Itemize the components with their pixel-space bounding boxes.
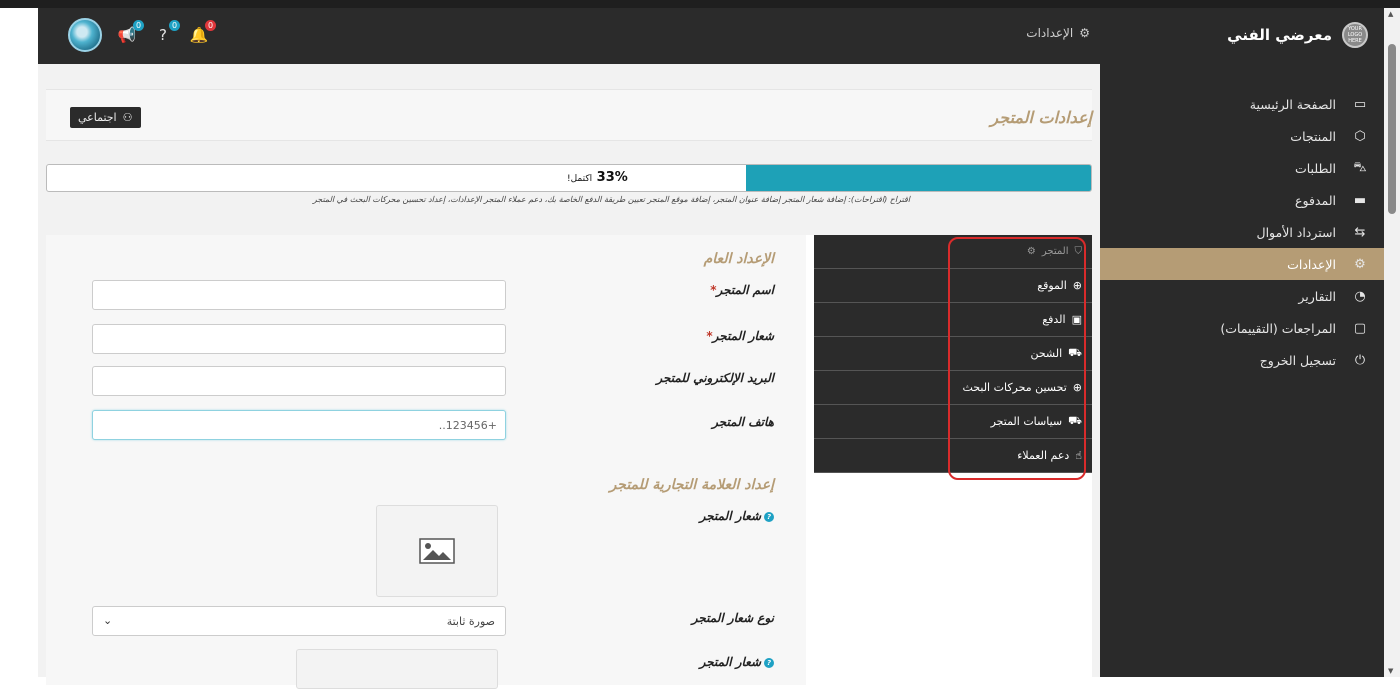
notification-badge: 0 (205, 20, 216, 31)
highlight-box (948, 237, 1086, 480)
sidebar-item-label: تسجيل الخروج (1259, 352, 1336, 368)
users-icon: ⚇ (122, 111, 133, 124)
announcement-icon[interactable]: 📢 0 (116, 20, 144, 46)
topbar-title-text: الإعدادات (1026, 26, 1074, 40)
settings-panel: ⛉ المتجر ⚙ ⊕ الموقع ▣ الدفع ⛟ الشحن ⊕ تحسين مح… (46, 235, 1092, 689)
sidebar-item-label: استرداد الأموال (1256, 224, 1336, 240)
social-button-label: اجتماعي (78, 111, 117, 124)
logo-type-select[interactable]: صورة ثابتة ⌄ (92, 606, 506, 636)
sidebar-item-payments[interactable]: ▬ المدفوع (1100, 184, 1384, 216)
sidebar-item-orders[interactable]: ⛍ الطلبات (1100, 152, 1384, 184)
general-settings-form: الإعداد العام اسم المتجر* شعار المتجر* ا… (46, 235, 786, 689)
brand-section-title: إعداد العلامة التجارية للمتجر (609, 477, 774, 493)
sidebar-item-label: التقارير (1298, 288, 1336, 304)
info-icon[interactable]: ? (764, 511, 774, 522)
suggestion-text: اقتراح (اقتراحات): إضافة شعار المتجر إضا… (312, 195, 910, 204)
sidebar-item-reviews[interactable]: ▢ المراجعات (التقييمات) (1100, 312, 1384, 344)
help-icon[interactable]: ? 0 (152, 20, 180, 46)
scroll-up-arrow[interactable]: ▲ (1388, 10, 1393, 18)
store-name-label-text: اسم المتجر (716, 283, 774, 297)
settings-icon: ⚙ (1354, 256, 1366, 272)
sidebar-item-label: المنتجات (1290, 128, 1336, 144)
tabs-background: ⛉ المتجر ⚙ ⊕ الموقع ▣ الدفع ⛟ الشحن ⊕ تحسين مح… (806, 235, 1092, 685)
window-left-margin (0, 8, 38, 677)
topbar: ⚙ الإعدادات 📢 0 ? 0 🔔 0 (38, 8, 1100, 64)
main-content: إعدادات المتجر ⚇ اجتماعي 33% اكتمل! اقتر… (38, 64, 1100, 689)
store-phone-input[interactable]: +123456.. (92, 410, 506, 440)
scroll-down-arrow[interactable]: ▼ (1388, 667, 1393, 675)
general-section-title: الإعداد العام (703, 251, 774, 267)
window-top-border (0, 0, 1400, 8)
store-name-label: اسم المتجر* (710, 283, 774, 297)
brand-name: معرضي الفني (1227, 26, 1332, 44)
logo-type-value: صورة ثابتة (446, 615, 495, 628)
scrollbar-thumb[interactable] (1388, 44, 1396, 214)
store-email-input[interactable] (92, 366, 506, 396)
store-slogan-label-text: شعار المتجر (712, 329, 774, 343)
sidebar-item-logout[interactable]: ⏻ تسجيل الخروج (1100, 344, 1384, 376)
social-button[interactable]: ⚇ اجتماعي (70, 107, 141, 128)
progress-bar: 33% اكتمل! (46, 164, 1092, 192)
store-logo-label: ?شعار المتجر (700, 509, 774, 523)
topbar-actions: 📢 0 ? 0 🔔 0 (68, 18, 216, 52)
sidebar-item-label: الطلبات (1294, 160, 1336, 176)
sidebar-item-label: المراجعات (التقييمات) (1220, 320, 1336, 336)
sidebar-item-products[interactable]: ⬡ المنتجات (1100, 120, 1384, 152)
progress-percent: 33% (596, 170, 628, 185)
chart-icon: ◔ (1354, 288, 1366, 304)
store-logo-label-text: شعار المتجر (699, 509, 761, 523)
brand-logo: YOUR LOGO HERE (1342, 22, 1368, 48)
logo-upload[interactable] (376, 505, 498, 597)
power-icon: ⏻ (1354, 352, 1366, 368)
chevron-down-icon: ⌄ (103, 614, 113, 627)
comment-icon: ▢ (1353, 320, 1367, 336)
brand[interactable]: YOUR LOGO HERE معرضي الفني (1227, 22, 1368, 48)
sidebar-item-label: المدفوع (1295, 192, 1336, 208)
brand-logo-text: YOUR LOGO HERE (1347, 26, 1363, 44)
progress-suffix: اكتمل! (567, 174, 593, 184)
page-header: إعدادات المتجر ⚇ اجتماعي (46, 89, 1092, 141)
avatar[interactable] (68, 18, 102, 52)
image-placeholder-icon (419, 538, 455, 564)
card-icon: ▬ (1353, 192, 1367, 208)
sidebar: YOUR LOGO HERE معرضي الفني ▭ الصفحة الرئي… (1100, 8, 1384, 677)
page-title: إعدادات المتجر (990, 108, 1092, 127)
store-slogan-label: شعار المتجر* (706, 329, 774, 343)
store-phone-value: +123456.. (438, 419, 497, 432)
app: YOUR LOGO HERE معرضي الفني ▭ الصفحة الرئي… (38, 8, 1384, 689)
logo-type-label: نوع شعار المتجر (691, 611, 774, 625)
sidebar-item-label: الإعدادات (1287, 256, 1336, 272)
topbar-title: ⚙ الإعدادات (1026, 26, 1090, 40)
progress-label: 33% اكتمل! (567, 170, 628, 185)
sidebar-item-reports[interactable]: ◔ التقارير (1100, 280, 1384, 312)
home-icon: ▭ (1353, 96, 1367, 112)
refund-icon: ⇆ (1354, 224, 1366, 240)
bell-icon[interactable]: 🔔 0 (188, 20, 216, 46)
scrollbar[interactable]: ▲ ▼ (1384, 8, 1400, 677)
store-name-input[interactable] (92, 280, 506, 310)
progress-fill (746, 165, 1091, 191)
help-badge: 0 (169, 20, 180, 31)
box-icon: ⬡ (1354, 128, 1366, 144)
sidebar-item-refunds[interactable]: ⇆ استرداد الأموال (1100, 216, 1384, 248)
store-email-label: البريد الإلكتروني للمتجر (656, 371, 774, 385)
sidebar-item-settings[interactable]: ⚙ الإعدادات (1100, 248, 1384, 280)
store-logo-label-text: شعار المتجر (699, 655, 761, 669)
store-logo-label-2: ?شعار المتجر (700, 655, 774, 669)
settings-icon: ⚙ (1079, 26, 1090, 40)
logo-upload-2[interactable] (296, 649, 498, 689)
announcement-badge: 0 (133, 20, 144, 31)
sidebar-item-home[interactable]: ▭ الصفحة الرئيسية (1100, 88, 1384, 120)
info-icon[interactable]: ? (764, 657, 774, 668)
screen: YOUR LOGO HERE معرضي الفني ▭ الصفحة الرئي… (0, 0, 1400, 689)
store-phone-label: هاتف المتجر (712, 415, 774, 429)
sidebar-nav: ▭ الصفحة الرئيسية ⬡ المنتجات ⛍ الطلبات ▬ الم… (1100, 88, 1384, 376)
cart-icon: ⛍ (1353, 159, 1367, 175)
sidebar-item-label: الصفحة الرئيسية (1249, 96, 1336, 112)
store-slogan-input[interactable] (92, 324, 506, 354)
